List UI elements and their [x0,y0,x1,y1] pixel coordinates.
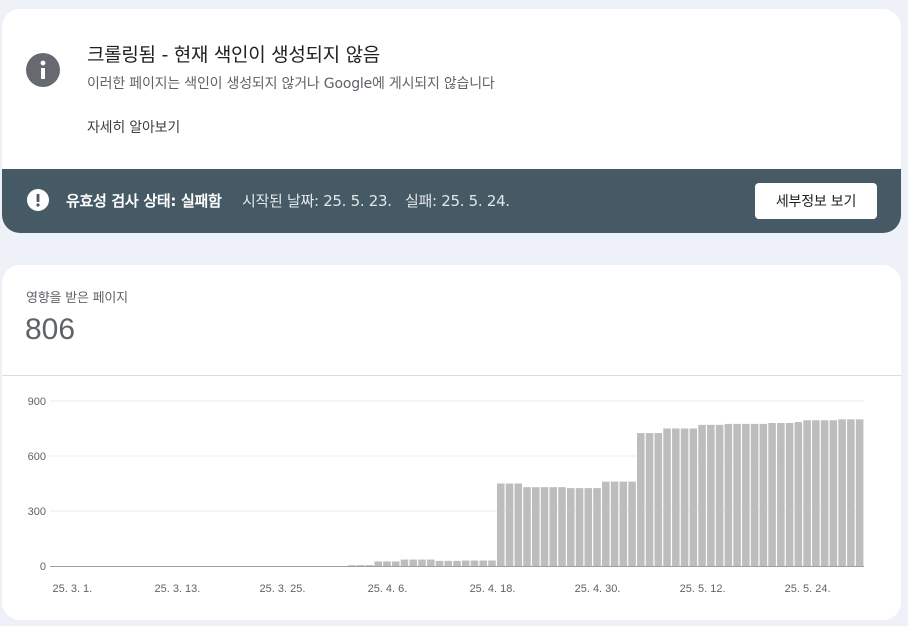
issue-card: 크롤링됨 - 현재 색인이 생성되지 않음 이러한 페이지는 색인이 생성되지 … [2,9,901,233]
chart-bar [356,565,365,566]
chart-bar [698,424,706,566]
chart-bar [540,487,549,566]
chart-bar [584,488,593,566]
validation-status-bar: 유효성 검사 상태: 실패함 시작된 날짜: 25. 5. 23. 실패: 25… [2,169,901,233]
chart-bar [470,560,479,566]
x-tick-label: 25. 4. 6. [368,583,408,595]
chart-bar [619,481,628,566]
x-tick-label: 25. 4. 30. [575,583,621,595]
info-icon [26,53,60,87]
chart-bar [829,420,838,566]
chart-bar [479,560,488,566]
chart-bar [672,428,680,566]
chart-bar [531,487,540,566]
x-tick-label: 25. 3. 13. [154,583,200,595]
x-tick-label: 25. 3. 1. [52,583,92,595]
chart-bar [444,560,453,566]
chart-bar [715,424,724,566]
chart-bar [383,561,391,566]
chart-bar [558,487,566,566]
validation-status-label: 유효성 검사 상태: 실패함 [66,192,222,210]
issue-subtitle: 이러한 페이지는 색인이 생성되지 않거나 Google에 게시되지 않습니다 [87,76,495,92]
chart-bar [374,561,383,566]
x-tick-label: 25. 5. 12. [680,583,726,595]
chart-bar [409,559,418,566]
y-tick-label: 0 [40,561,46,573]
y-tick-label: 300 [28,506,46,518]
chart-bar [575,488,584,566]
validation-failed-date: 실패: 25. 5. 24. [405,192,510,210]
affected-pages-count: 806 [25,313,76,346]
chart-bar [777,423,785,566]
chart-bar [628,481,636,566]
chart-bar [768,423,776,566]
x-tick-label: 25. 3. 25. [260,583,306,595]
chart-bar [461,560,470,566]
view-details-button[interactable]: 세부정보 보기 [755,183,877,219]
chart-bar [496,483,505,566]
chart-bar [724,423,733,566]
y-tick-label: 900 [28,396,46,408]
chart-bar [400,559,409,566]
chart-bar [593,488,601,566]
chart-bar [514,483,523,566]
chart-bar [663,428,671,566]
chart-bar [855,419,864,566]
chart-bar [742,423,750,566]
chart-bar [645,433,654,566]
chart-bar [820,420,829,566]
chart-bar [680,428,689,566]
chart-bar [838,419,846,566]
chart-bar [759,423,768,566]
chart-bar [602,481,610,566]
chart-bar [426,559,435,566]
chart-bar [523,487,531,566]
chart-bar [750,423,759,566]
chart-bar [803,420,811,566]
affected-pages-card: 영향을 받은 페이지 806 0 300 600 900 25. 3. 1. 25. 3.… [2,265,901,620]
y-tick-label: 600 [28,451,46,463]
chart-bar [453,560,461,566]
chart-bar [549,487,558,566]
x-tick-label: 25. 5. 24. [785,583,831,595]
chart-bar [488,560,496,566]
chart-bar [785,423,794,566]
chart-bar [391,561,400,566]
chart-bar [505,483,514,566]
chart-bar [567,488,575,566]
alert-icon [27,189,49,211]
chart-bar [610,481,619,566]
chart-bar [348,565,356,566]
chart-bar [794,422,803,566]
chart-bar [733,423,741,566]
chart-bar [847,419,855,566]
learn-more-link[interactable]: 자세히 알아보기 [87,117,180,137]
affected-pages-chart: 0 300 600 900 25. 3. 1. 25. 3. 13. 25. 3. 25. 2… [28,396,864,595]
x-tick-label: 25. 4. 18. [470,583,516,595]
chart-bar [435,560,444,566]
chart-bar [418,559,426,566]
chart-bar [365,565,374,566]
validation-started-date: 시작된 날짜: 25. 5. 23. [242,192,392,210]
chart-bar [812,420,820,566]
issue-title: 크롤링됨 - 현재 색인이 생성되지 않음 [87,44,380,66]
chart-bar [689,428,698,566]
affected-pages-label: 영향을 받은 페이지 [26,291,128,306]
chart-bar [707,424,715,566]
chart-bar [654,433,663,566]
chart-bar [637,433,645,566]
